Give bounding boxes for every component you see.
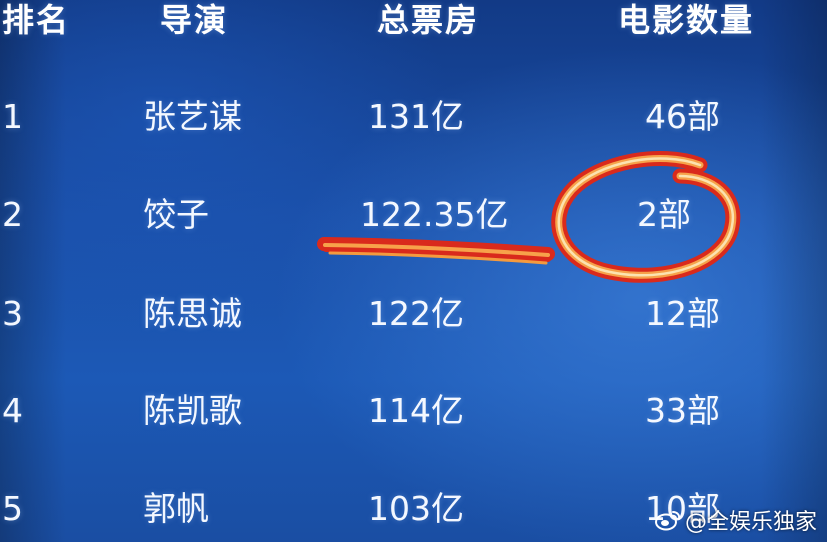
box-office-cell: 131亿 <box>368 97 464 136</box>
watermark: @全娱乐独家 <box>654 504 817 536</box>
header-film-count: 电影数量 <box>618 1 755 39</box>
director-cell: 张艺谋 <box>143 97 242 136</box>
film-count-cell: 12部 <box>645 294 720 333</box>
film-count-cell: 33部 <box>645 391 720 430</box>
rank-cell: 2 <box>2 195 23 234</box>
box-office-cell: 122.35亿 <box>360 195 509 234</box>
underline-stroke <box>317 237 555 265</box>
rank-cell: 5 <box>2 489 23 528</box>
screenshot: 排名 导演 总票房 电影数量 1 张艺谋 131亿 46部 2 饺子 122.3… <box>0 0 827 542</box>
rank-cell: 1 <box>2 97 23 136</box>
header-rank: 排名 <box>2 1 71 39</box>
rank-cell: 4 <box>2 391 23 430</box>
watermark-text: @全娱乐独家 <box>684 510 817 535</box>
director-cell: 饺子 <box>143 195 209 234</box>
header-director: 导演 <box>160 1 229 39</box>
director-cell: 陈思诚 <box>143 294 242 333</box>
box-office-cell: 103亿 <box>368 489 464 528</box>
director-cell: 陈凯歌 <box>143 391 242 430</box>
film-count-cell: 46部 <box>645 97 720 136</box>
weibo-icon <box>654 511 681 531</box>
box-office-cell: 114亿 <box>368 391 464 430</box>
header-box-office: 总票房 <box>377 1 480 39</box>
box-office-cell: 122亿 <box>368 294 464 333</box>
film-count-cell: 2部 <box>637 195 691 234</box>
rank-cell: 3 <box>2 294 23 333</box>
annotation-marks <box>317 151 741 283</box>
director-cell: 郭帆 <box>143 489 209 528</box>
